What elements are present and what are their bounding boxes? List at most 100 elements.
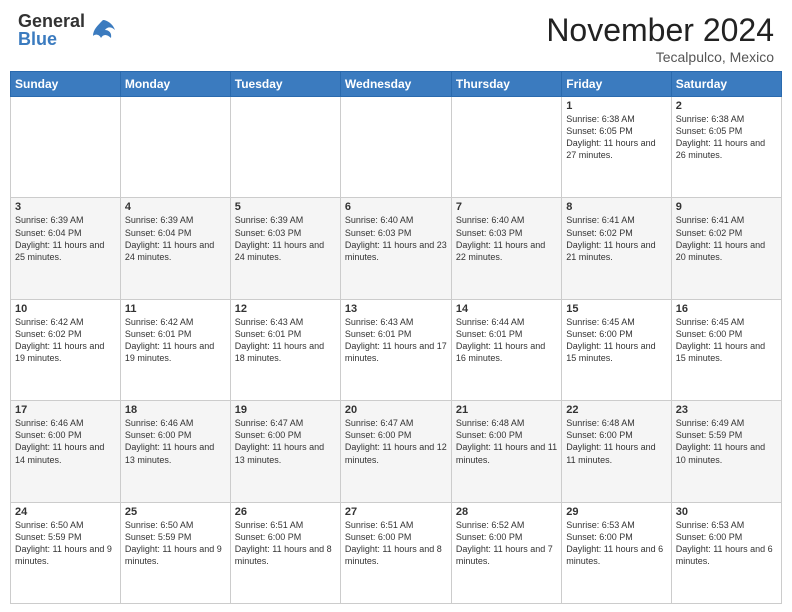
day-number: 1	[566, 100, 666, 112]
day-cell: 16Sunrise: 6:45 AM Sunset: 6:00 PM Dayli…	[671, 299, 781, 400]
calendar-table: SundayMondayTuesdayWednesdayThursdayFrid…	[10, 71, 782, 604]
day-cell	[451, 97, 561, 198]
day-cell: 19Sunrise: 6:47 AM Sunset: 6:00 PM Dayli…	[230, 401, 340, 502]
header: General Blue November 2024 Tecalpulco, M…	[0, 0, 792, 71]
calendar: SundayMondayTuesdayWednesdayThursdayFrid…	[0, 71, 792, 612]
day-cell: 6Sunrise: 6:40 AM Sunset: 6:03 PM Daylig…	[340, 198, 451, 299]
day-info: Sunrise: 6:41 AM Sunset: 6:02 PM Dayligh…	[566, 214, 666, 263]
logo-general: General	[18, 12, 85, 30]
week-row-4: 17Sunrise: 6:46 AM Sunset: 6:00 PM Dayli…	[11, 401, 782, 502]
day-info: Sunrise: 6:43 AM Sunset: 6:01 PM Dayligh…	[345, 316, 447, 365]
day-info: Sunrise: 6:48 AM Sunset: 6:00 PM Dayligh…	[456, 417, 557, 466]
day-info: Sunrise: 6:43 AM Sunset: 6:01 PM Dayligh…	[235, 316, 336, 365]
month-title: November 2024	[546, 12, 774, 49]
day-number: 24	[15, 506, 116, 518]
day-info: Sunrise: 6:50 AM Sunset: 5:59 PM Dayligh…	[125, 519, 226, 568]
week-row-5: 24 Sunrise: 6:50 AM Sunset: 5:59 PM Dayli…	[11, 502, 782, 603]
calendar-header: SundayMondayTuesdayWednesdayThursdayFrid…	[11, 72, 782, 97]
day-number: 14	[456, 303, 557, 315]
day-info: Sunrise: 6:45 AM Sunset: 6:00 PM Dayligh…	[566, 316, 666, 365]
day-number: 26	[235, 506, 336, 518]
day-cell: 7Sunrise: 6:40 AM Sunset: 6:03 PM Daylig…	[451, 198, 561, 299]
day-number: 4	[125, 201, 226, 213]
day-cell: 18Sunrise: 6:46 AM Sunset: 6:00 PM Dayli…	[120, 401, 230, 502]
logo-bird-icon	[89, 16, 117, 44]
day-number: 17	[15, 404, 116, 416]
day-info: Sunrise: 6:44 AM Sunset: 6:01 PM Dayligh…	[456, 316, 557, 365]
day-number: 28	[456, 506, 557, 518]
day-number: 11	[125, 303, 226, 315]
day-info: Sunrise: 6:41 AM Sunset: 6:02 PM Dayligh…	[676, 214, 777, 263]
day-cell: 30Sunrise: 6:53 AM Sunset: 6:00 PM Dayli…	[671, 502, 781, 603]
day-cell: 8Sunrise: 6:41 AM Sunset: 6:02 PM Daylig…	[562, 198, 671, 299]
day-info: Sunrise: 6:38 AM Sunset: 6:05 PM Dayligh…	[676, 113, 777, 162]
day-info: Sunrise: 6:51 AM Sunset: 6:00 PM Dayligh…	[235, 519, 336, 568]
weekday-header-friday: Friday	[562, 72, 671, 97]
day-cell	[230, 97, 340, 198]
day-info: Sunrise: 6:49 AM Sunset: 5:59 PM Dayligh…	[676, 417, 777, 466]
weekday-header-thursday: Thursday	[451, 72, 561, 97]
day-number: 8	[566, 201, 666, 213]
day-number: 5	[235, 201, 336, 213]
day-cell: 9Sunrise: 6:41 AM Sunset: 6:02 PM Daylig…	[671, 198, 781, 299]
location: Tecalpulco, Mexico	[546, 49, 774, 65]
day-cell: 24Sunrise: 6:50 AM Sunset: 5:59 PM Dayli…	[11, 502, 121, 603]
day-info: Sunrise: 6:40 AM Sunset: 6:03 PM Dayligh…	[456, 214, 557, 263]
day-info: Sunrise: 6:42 AM Sunset: 6:01 PM Dayligh…	[125, 316, 226, 365]
weekday-row: SundayMondayTuesdayWednesdayThursdayFrid…	[11, 72, 782, 97]
week-row-2: 3Sunrise: 6:39 AM Sunset: 6:04 PM Daylig…	[11, 198, 782, 299]
day-number: 2	[676, 100, 777, 112]
day-info: Sunrise: 6:39 AM Sunset: 6:04 PM Dayligh…	[15, 214, 116, 263]
weekday-header-tuesday: Tuesday	[230, 72, 340, 97]
week-row-1: 1 Sunrise: 6:38 AM Sunset: 6:05 PM Daylig…	[11, 97, 782, 198]
day-info: Sunrise: 6:53 AM Sunset: 6:00 PM Dayligh…	[676, 519, 777, 568]
day-number: 10	[15, 303, 116, 315]
day-cell: 23Sunrise: 6:49 AM Sunset: 5:59 PM Dayli…	[671, 401, 781, 502]
day-cell: 3Sunrise: 6:39 AM Sunset: 6:04 PM Daylig…	[11, 198, 121, 299]
day-number: 27	[345, 506, 447, 518]
day-number: 9	[676, 201, 777, 213]
day-cell: 20Sunrise: 6:47 AM Sunset: 6:00 PM Dayli…	[340, 401, 451, 502]
day-cell: 27Sunrise: 6:51 AM Sunset: 6:00 PM Dayli…	[340, 502, 451, 603]
day-cell: 21Sunrise: 6:48 AM Sunset: 6:00 PM Dayli…	[451, 401, 561, 502]
day-cell: 29Sunrise: 6:53 AM Sunset: 6:00 PM Dayli…	[562, 502, 671, 603]
day-cell: 22Sunrise: 6:48 AM Sunset: 6:00 PM Dayli…	[562, 401, 671, 502]
day-cell: 10Sunrise: 6:42 AM Sunset: 6:02 PM Dayli…	[11, 299, 121, 400]
day-number: 12	[235, 303, 336, 315]
day-info: Sunrise: 6:45 AM Sunset: 6:00 PM Dayligh…	[676, 316, 777, 365]
day-info: Sunrise: 6:47 AM Sunset: 6:00 PM Dayligh…	[345, 417, 447, 466]
day-number: 6	[345, 201, 447, 213]
day-cell: 2Sunrise: 6:38 AM Sunset: 6:05 PM Daylig…	[671, 97, 781, 198]
day-number: 23	[676, 404, 777, 416]
title-block: November 2024 Tecalpulco, Mexico	[546, 12, 774, 65]
week-row-3: 10Sunrise: 6:42 AM Sunset: 6:02 PM Dayli…	[11, 299, 782, 400]
day-info: Sunrise: 6:48 AM Sunset: 6:00 PM Dayligh…	[566, 417, 666, 466]
day-cell: 11Sunrise: 6:42 AM Sunset: 6:01 PM Dayli…	[120, 299, 230, 400]
day-number: 25	[125, 506, 226, 518]
day-info: Sunrise: 6:40 AM Sunset: 6:03 PM Dayligh…	[345, 214, 447, 263]
calendar-body: 1 Sunrise: 6:38 AM Sunset: 6:05 PM Daylig…	[11, 97, 782, 604]
day-cell	[120, 97, 230, 198]
day-cell	[11, 97, 121, 198]
weekday-header-sunday: Sunday	[11, 72, 121, 97]
day-number: 3	[15, 201, 116, 213]
day-number: 18	[125, 404, 226, 416]
day-number: 22	[566, 404, 666, 416]
day-info: Sunrise: 6:52 AM Sunset: 6:00 PM Dayligh…	[456, 519, 557, 568]
day-cell: 13Sunrise: 6:43 AM Sunset: 6:01 PM Dayli…	[340, 299, 451, 400]
day-cell: 15Sunrise: 6:45 AM Sunset: 6:00 PM Dayli…	[562, 299, 671, 400]
day-info: Sunrise: 6:53 AM Sunset: 6:00 PM Dayligh…	[566, 519, 666, 568]
day-cell: 4Sunrise: 6:39 AM Sunset: 6:04 PM Daylig…	[120, 198, 230, 299]
day-number: 20	[345, 404, 447, 416]
day-number: 19	[235, 404, 336, 416]
day-cell: 25Sunrise: 6:50 AM Sunset: 5:59 PM Dayli…	[120, 502, 230, 603]
day-number: 16	[676, 303, 777, 315]
day-number: 15	[566, 303, 666, 315]
day-info: Sunrise: 6:46 AM Sunset: 6:00 PM Dayligh…	[15, 417, 116, 466]
logo-text: General Blue	[18, 12, 85, 48]
logo: General Blue	[18, 12, 117, 48]
day-info: Sunrise: 6:39 AM Sunset: 6:04 PM Dayligh…	[125, 214, 226, 263]
day-cell	[340, 97, 451, 198]
day-cell: 1Sunrise: 6:38 AM Sunset: 6:05 PM Daylig…	[562, 97, 671, 198]
day-info: Sunrise: 6:42 AM Sunset: 6:02 PM Dayligh…	[15, 316, 116, 365]
